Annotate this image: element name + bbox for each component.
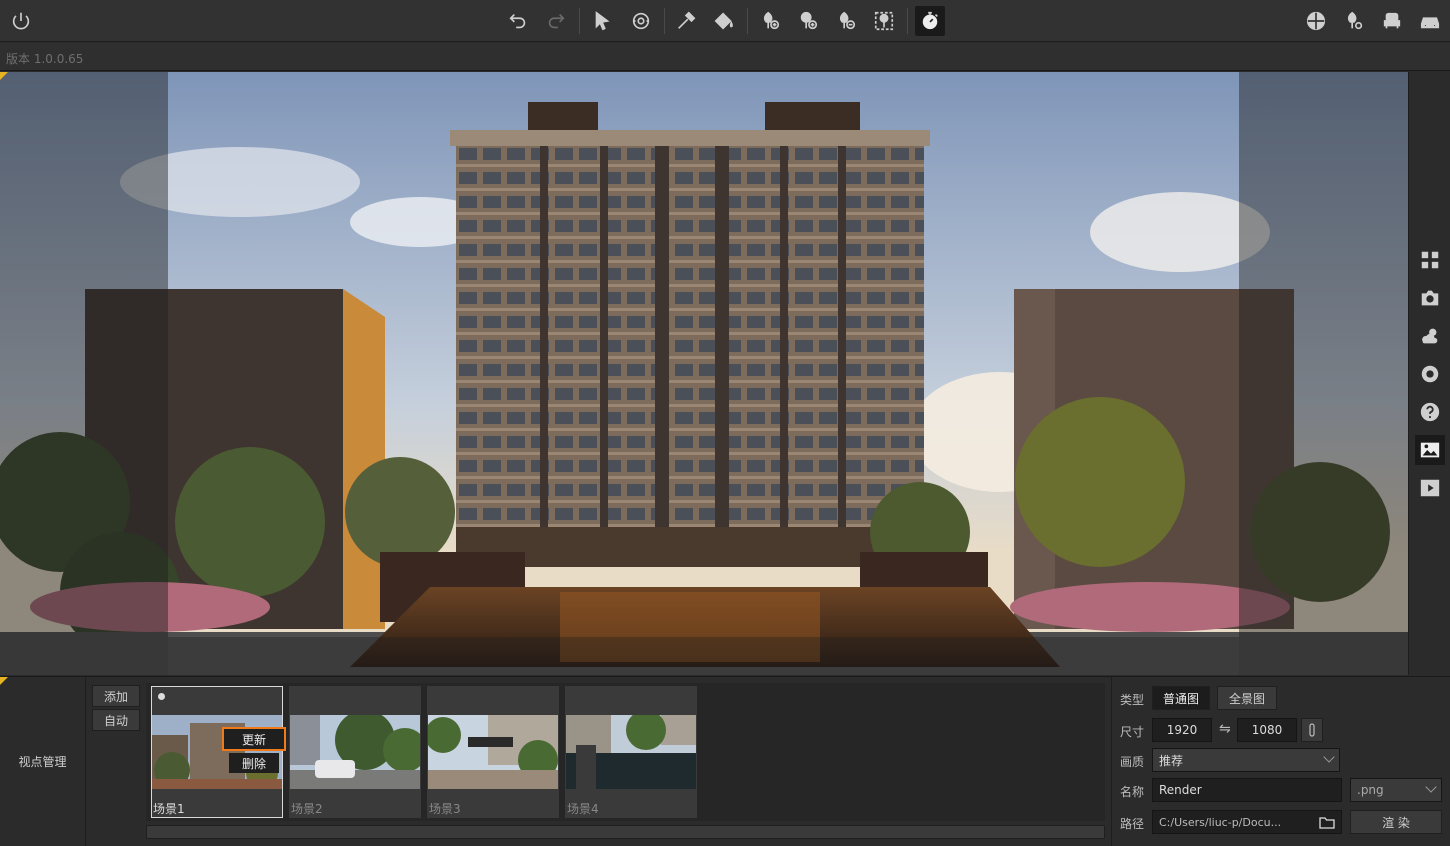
filename-input[interactable]: Render xyxy=(1152,778,1342,802)
power-icon[interactable] xyxy=(6,6,36,36)
quality-select[interactable]: 推荐 xyxy=(1152,748,1340,772)
add-tree-icon[interactable] xyxy=(755,6,785,36)
scene-preview-image xyxy=(428,715,558,789)
thumbnail-scrollbar[interactable] xyxy=(146,825,1105,839)
settings-icon[interactable] xyxy=(1415,359,1445,389)
video-play-icon[interactable] xyxy=(1415,473,1445,503)
paint-bucket-icon[interactable] xyxy=(709,6,739,36)
render-settings-panel: 类型 普通图 全景图 尺寸 1920 ⇋ 1080 画质 推荐 名称 Rende… xyxy=(1111,677,1450,846)
type-label: 类型 xyxy=(1120,693,1145,707)
format-select[interactable]: .png xyxy=(1350,778,1442,802)
context-update-item[interactable]: 更新 xyxy=(222,727,286,751)
eyedropper-icon[interactable] xyxy=(671,6,701,36)
path-label: 路径 xyxy=(1120,817,1145,831)
scene-thumbnail[interactable]: 更新 删除 场景1 xyxy=(151,686,286,818)
grid-icon[interactable] xyxy=(1415,245,1445,275)
chevron-down-icon xyxy=(1425,781,1437,793)
folder-icon[interactable] xyxy=(1319,816,1335,829)
top-toolbar xyxy=(0,0,1450,42)
lock-ratio-icon[interactable] xyxy=(1301,718,1323,742)
remove-plant-icon[interactable] xyxy=(831,6,861,36)
viewport-corner-marker xyxy=(0,72,8,80)
image-render-icon[interactable] xyxy=(1415,435,1445,465)
scene-thumbnail[interactable]: 场景4 xyxy=(565,686,697,818)
chevron-down-icon xyxy=(1323,751,1335,763)
size-label: 尺寸 xyxy=(1120,725,1145,739)
timer-effect-icon[interactable] xyxy=(915,6,945,36)
quality-label: 画质 xyxy=(1120,755,1145,769)
bottom-panel: 视点管理 添加 自动 更新 删除 场景1 场景2 场景3 场景4 类型 普通图 … xyxy=(0,676,1450,846)
furniture-icon[interactable] xyxy=(1377,6,1407,36)
globe-icon[interactable] xyxy=(1301,6,1331,36)
scene-thumbnail[interactable]: 场景2 xyxy=(289,686,421,818)
render-viewport[interactable] xyxy=(0,72,1408,675)
width-input[interactable]: 1920 xyxy=(1152,718,1212,742)
scene-thumbnail-list: 更新 删除 场景1 场景2 场景3 场景4 xyxy=(146,683,1105,821)
render-button[interactable]: 渲 染 xyxy=(1350,810,1442,834)
viewpoint-manager-label: 视点管理 xyxy=(0,677,86,846)
right-toolbar xyxy=(1408,72,1450,675)
car-icon[interactable] xyxy=(1415,6,1445,36)
camera-icon[interactable] xyxy=(1415,283,1445,313)
path-value: C:/Users/liuc-p/Docu... xyxy=(1159,815,1282,829)
help-icon[interactable] xyxy=(1415,397,1445,427)
scene-thumbnail[interactable]: 场景3 xyxy=(427,686,559,818)
height-input[interactable]: 1080 xyxy=(1237,718,1297,742)
add-plant-icon[interactable] xyxy=(793,6,823,36)
scene-name: 场景4 xyxy=(567,802,599,816)
weather-icon[interactable] xyxy=(1415,321,1445,351)
name-label: 名称 xyxy=(1120,785,1145,799)
active-dot-icon xyxy=(158,693,165,700)
auto-viewpoint-button[interactable]: 自动 xyxy=(92,709,140,731)
scene-preview-image xyxy=(566,715,696,789)
path-input[interactable]: C:/Users/liuc-p/Docu... xyxy=(1152,810,1342,834)
undo-icon[interactable] xyxy=(503,6,533,36)
redo-icon[interactable] xyxy=(541,6,571,36)
swap-dimensions-icon[interactable]: ⇋ xyxy=(1219,721,1231,737)
orbit-camera-icon[interactable] xyxy=(626,6,656,36)
context-delete-item[interactable]: 删除 xyxy=(229,753,279,773)
format-value: .png xyxy=(1357,783,1384,797)
tree-library-icon[interactable] xyxy=(1339,6,1369,36)
scene-preview-image xyxy=(290,715,420,789)
version-label: 版本 1.0.0.65 xyxy=(6,52,84,66)
add-viewpoint-button[interactable]: 添加 xyxy=(92,685,140,707)
scene-name: 场景2 xyxy=(291,802,323,816)
scene-render-image xyxy=(0,72,1408,675)
select-arrow-icon[interactable] xyxy=(587,6,617,36)
version-bar: 版本 1.0.0.65 xyxy=(0,43,1450,71)
quality-value: 推荐 xyxy=(1159,753,1184,768)
select-plant-icon[interactable] xyxy=(869,6,899,36)
scene-name: 场景1 xyxy=(153,802,185,816)
type-normal-button[interactable]: 普通图 xyxy=(1152,686,1210,710)
type-panorama-button[interactable]: 全景图 xyxy=(1217,686,1277,710)
scene-name: 场景3 xyxy=(429,802,461,816)
